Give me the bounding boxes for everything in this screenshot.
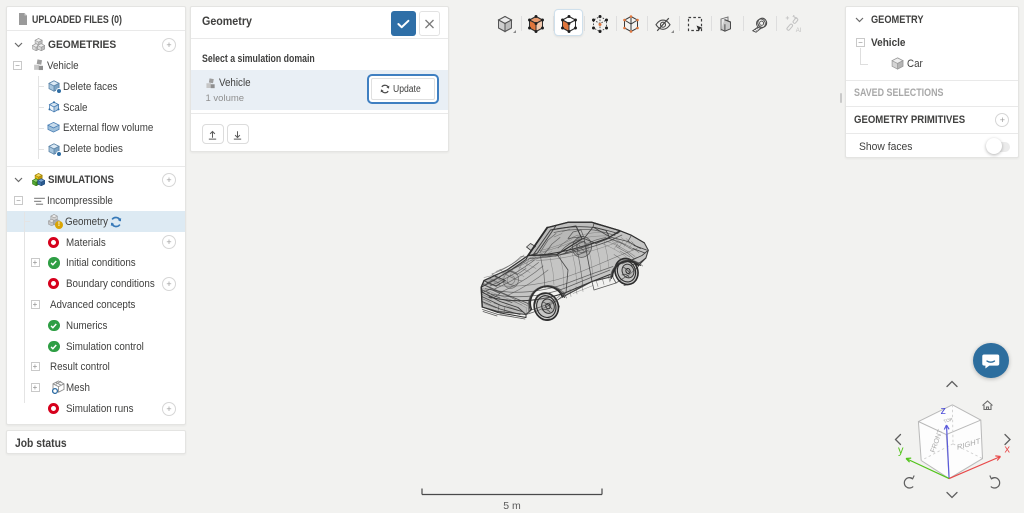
svg-text:x: x (1005, 444, 1011, 456)
svg-text:z: z (941, 405, 947, 417)
svg-text:AI: AI (795, 28, 801, 33)
svg-text:y: y (898, 445, 904, 457)
